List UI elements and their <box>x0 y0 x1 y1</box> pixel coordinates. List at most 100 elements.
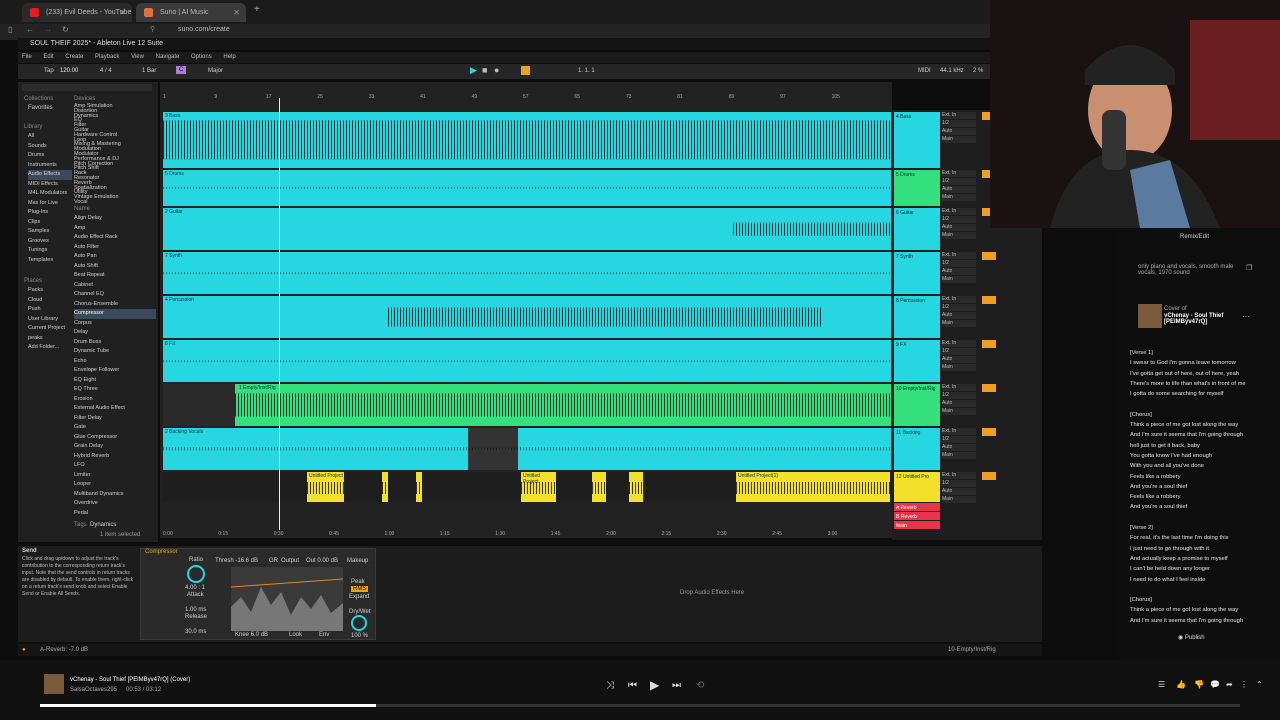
lane-backing-vocals[interactable]: 2 Backing Vocals <box>163 428 891 470</box>
release-value[interactable]: 30.0 ms <box>185 629 206 635</box>
lane-bass[interactable]: 3 Bass <box>163 112 891 168</box>
more-options-icon[interactable]: ⋮ <box>1240 680 1248 689</box>
audio-clip[interactable]: Untitled Project(1) <box>736 472 890 502</box>
queue-icon[interactable]: ☰ <box>1158 680 1165 689</box>
io-auto[interactable]: Auto <box>942 444 976 451</box>
io-main[interactable]: Main <box>942 276 976 283</box>
io-ext-in[interactable]: Ext. In <box>942 384 976 391</box>
device-item[interactable]: Audio Effect Rack <box>74 233 156 243</box>
menu-view[interactable]: View <box>131 54 144 60</box>
forward-icon[interactable]: → <box>44 25 52 34</box>
device-item[interactable]: Cabinet <box>74 281 156 291</box>
library-item[interactable]: All <box>28 132 72 142</box>
player-artist[interactable]: SalsaOctaves295 <box>70 687 117 693</box>
comment-icon[interactable]: 💬 <box>1210 680 1220 689</box>
io-ext-in[interactable]: Ext. In <box>942 296 976 303</box>
library-item[interactable]: Plug-Ins <box>28 208 72 218</box>
library-item[interactable]: MIDI Effects <box>28 180 72 190</box>
tab-suno[interactable]: Suno | AI Music ✕ <box>136 3 246 22</box>
env-readout[interactable]: Env <box>319 632 329 638</box>
close-icon[interactable]: ✕ <box>233 3 240 22</box>
dislike-icon[interactable]: 👎 <box>1194 680 1204 689</box>
position-field[interactable]: 1. 1. 1 <box>578 68 595 74</box>
device-item[interactable]: Limiter <box>74 471 156 481</box>
io-main[interactable]: Main <box>942 364 976 371</box>
device-item[interactable]: Erosion <box>74 395 156 405</box>
shuffle-icon[interactable]: ⤨ <box>606 680 614 691</box>
device-item[interactable]: External Audio Effect <box>74 404 156 414</box>
info-icon[interactable]: ● <box>22 644 26 656</box>
places-item[interactable]: peaks <box>28 334 72 344</box>
io-ext-in[interactable]: Ext. In <box>942 252 976 259</box>
io-main[interactable]: Main <box>942 408 976 415</box>
device-item[interactable]: Grain Delay <box>74 442 156 452</box>
drop-zone[interactable]: Drop Audio Effects Here <box>680 590 744 596</box>
menu-options[interactable]: Options <box>191 54 212 60</box>
device-item[interactable]: Beat Repeat <box>74 271 156 281</box>
track-activator-button[interactable] <box>982 384 996 392</box>
library-item[interactable]: Tunings <box>28 246 72 256</box>
copy-icon[interactable]: ❐ <box>1246 264 1252 272</box>
song-title[interactable]: vChenay - Soul Thief [PElMByv47rQ] <box>1164 313 1234 325</box>
io-main[interactable]: Main <box>942 496 976 503</box>
expand-button[interactable]: Expand <box>349 594 369 600</box>
drywet-value[interactable]: 100 % <box>351 633 368 639</box>
track-header-backing[interactable]: 11 Backing <box>894 428 940 470</box>
quantize-menu[interactable]: 1 Bar <box>142 68 156 74</box>
device-item[interactable]: Auto Filter <box>74 243 156 253</box>
device-item[interactable]: Hybrid Reverb <box>74 452 156 462</box>
repeat-icon[interactable]: ⟲ <box>696 680 704 691</box>
audio-clip[interactable] <box>629 472 643 502</box>
back-icon[interactable]: ← <box>26 25 34 34</box>
lane-percussion[interactable]: 4 Percussion <box>163 296 891 338</box>
sidebar-toggle-icon[interactable]: ▯ <box>8 25 12 34</box>
library-item[interactable]: Clips <box>28 218 72 228</box>
track-activator-button[interactable] <box>982 252 996 260</box>
track-header-bass[interactable]: 4 Bass <box>894 112 940 168</box>
publish-button[interactable]: ◉ Publish <box>1178 634 1205 641</box>
io-half[interactable]: 1/2 <box>942 120 976 127</box>
io-ext-in[interactable]: Ext. In <box>942 472 976 479</box>
audio-clip[interactable] <box>382 472 388 502</box>
menu-create[interactable]: Create <box>65 54 83 60</box>
compressor-device[interactable]: Compressor Thresh -16.6 dB GR Output Out… <box>140 548 376 640</box>
device-item[interactable]: Pedal <box>74 509 156 519</box>
compressor-graph[interactable] <box>230 567 344 631</box>
track-activator-button[interactable] <box>982 428 996 436</box>
io-auto[interactable]: Auto <box>942 488 976 495</box>
track-header-percussion[interactable]: 8 Percussion <box>894 296 940 338</box>
io-main[interactable]: Main <box>942 232 976 239</box>
bar-ruler[interactable]: 1 9 17 25 33 41 49 57 65 73 81 89 97 105 <box>163 94 891 100</box>
out-readout[interactable]: Out 0.00 dB <box>306 558 338 564</box>
attack-value[interactable]: 1.00 ms <box>185 607 206 613</box>
close-icon[interactable]: ✕ <box>119 3 126 22</box>
share-icon[interactable]: ➦ <box>1226 680 1233 689</box>
lane-synth[interactable]: 7 Synth <box>163 252 891 294</box>
library-item[interactable]: Instruments <box>28 161 72 171</box>
device-item[interactable]: Auto Pan <box>74 252 156 262</box>
io-half[interactable]: 1/2 <box>942 436 976 443</box>
track-header-guitar[interactable]: 6 Guitar <box>894 208 940 250</box>
io-ext-in[interactable]: Ext. In <box>942 170 976 177</box>
playhead[interactable] <box>279 98 280 530</box>
io-half[interactable]: 1/2 <box>942 480 976 487</box>
device-category[interactable]: Vocal <box>74 199 154 205</box>
drywet-knob[interactable] <box>351 615 367 631</box>
audio-clip[interactable]: Untitled Project <box>521 472 556 502</box>
library-item[interactable]: Grooves <box>28 237 72 247</box>
track-header-untitled[interactable]: 12 Untitled Pro <box>894 472 940 502</box>
more-icon[interactable]: ⋯ <box>1242 312 1250 321</box>
io-half[interactable]: 1/2 <box>942 348 976 355</box>
lane-drums[interactable]: 5 Drums <box>163 170 891 206</box>
io-auto[interactable]: Auto <box>942 224 976 231</box>
url-field[interactable]: suno.com/create <box>178 26 230 33</box>
new-tab-icon[interactable]: + <box>254 4 260 15</box>
track-header-synth[interactable]: 7 Synth <box>894 252 940 294</box>
io-ext-in[interactable]: Ext. In <box>942 208 976 215</box>
menu-help[interactable]: Help <box>223 54 235 60</box>
audio-clip[interactable]: Untitled Project <box>307 472 344 502</box>
track-activator-button[interactable] <box>982 340 996 348</box>
ratio-value[interactable]: 4.00 : 1 <box>185 585 205 591</box>
device-item[interactable]: Corpus <box>74 319 156 329</box>
library-item[interactable]: Drums <box>28 151 72 161</box>
